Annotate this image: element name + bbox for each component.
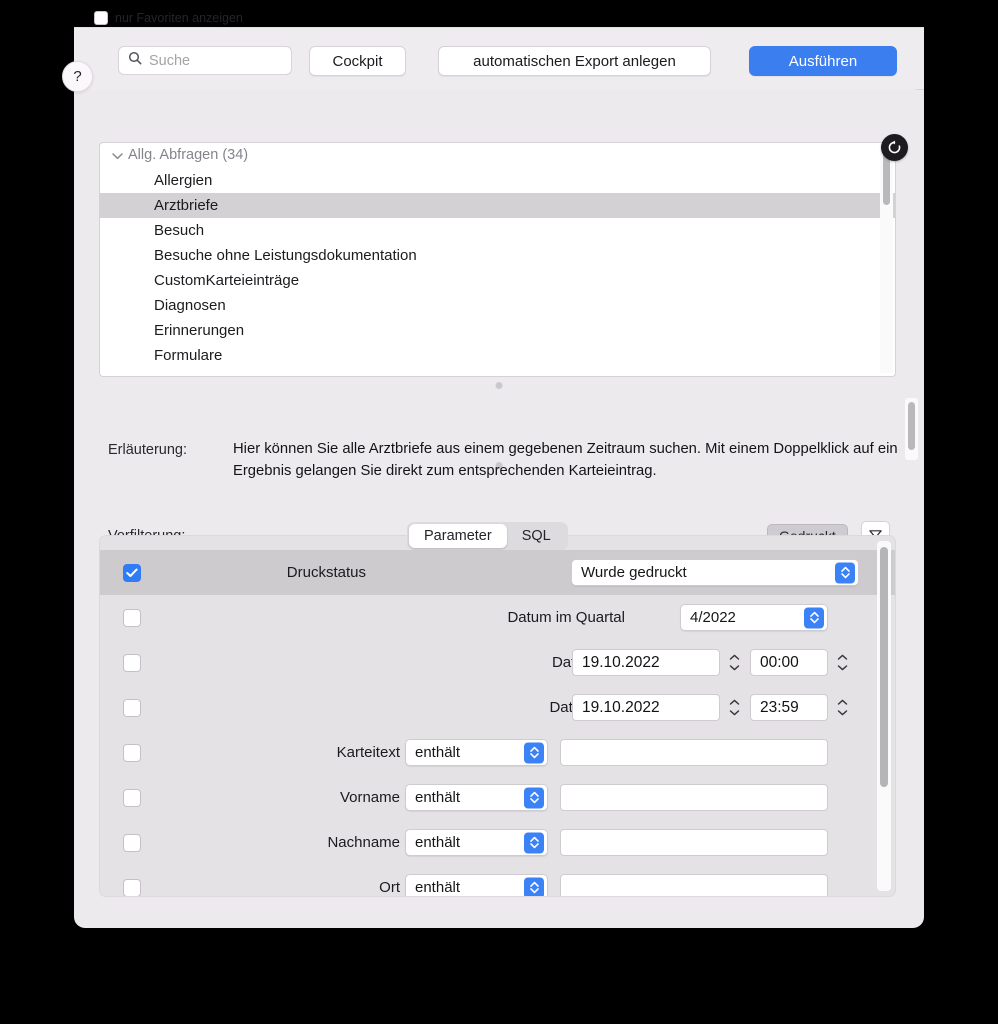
list-item[interactable]: Allergien [100,168,895,193]
zeit-bis-stepper[interactable] [834,694,850,721]
query-group-header[interactable]: Allg. Abfragen (34) [100,143,895,168]
karteitext-input[interactable] [560,739,828,766]
run-button[interactable]: Ausführen [749,46,897,76]
list-item[interactable]: Erinnerungen [100,318,895,343]
nachname-input[interactable] [560,829,828,856]
parameter-checkbox[interactable] [123,743,141,762]
explanation-label: Erläuterung: [108,442,187,458]
list-item[interactable]: Besuch [100,218,895,243]
parameter-row[interactable]: Datum im Quartal 4/2022 [100,595,895,640]
parameter-label: Nachname [327,834,400,851]
statistics-window: Statistiken Allg. Abfragen (34) Allergie… [62,11,924,928]
parameter-checkbox[interactable] [123,698,141,717]
zeit-ab-field[interactable]: 00:00 [750,649,828,676]
vorname-input[interactable] [560,784,828,811]
parameter-row[interactable]: Nachname enthält [100,820,895,865]
parameter-checkbox[interactable] [123,608,141,627]
chevron-updown-icon[interactable] [804,607,824,628]
search-placeholder: Suche [149,52,191,69]
parameter-scrollbar[interactable] [877,541,891,891]
help-button[interactable]: ? [62,61,93,92]
parameter-label: Druckstatus [286,564,366,581]
chevron-updown-icon[interactable] [835,562,855,583]
favorites-filter[interactable]: nur Favoriten anzeigen [94,11,243,25]
datum-ab-field[interactable]: 19.10.2022 [572,649,720,676]
parameter-row[interactable]: Datum ab 19.10.2022 00:00 [100,640,895,685]
zeit-bis-field[interactable]: 23:59 [750,694,828,721]
favorites-checkbox[interactable] [94,11,108,25]
query-group-label: Allg. Abfragen (34) [128,147,249,163]
scrollbar-thumb[interactable] [880,547,888,787]
datum-bis-field[interactable]: 19.10.2022 [572,694,720,721]
query-list-scrollbar[interactable] [880,146,893,373]
list-item[interactable]: Besuche ohne Leistungsdokumentation [100,243,895,268]
chevron-updown-icon[interactable] [524,787,544,808]
parameter-panel: Druckstatus Wurde gedruckt Datum im Quar… [99,535,896,897]
datum-bis-stepper[interactable] [726,694,742,721]
explanation-scrollbar[interactable] [905,398,918,460]
search-icon [128,51,142,70]
scrollbar-thumb[interactable] [908,402,915,450]
auto-export-button[interactable]: automatischen Export anlegen [438,46,711,76]
vorname-operator-value: enthält [415,789,461,806]
chevron-updown-icon[interactable] [524,877,544,896]
parameter-label: Vorname [339,789,400,806]
chevron-updown-icon[interactable] [524,832,544,853]
parameter-label: Datum im Quartal [507,609,625,626]
chevron-updown-icon[interactable] [524,742,544,763]
favorites-label: nur Favoriten anzeigen [115,11,243,25]
list-item[interactable]: Diagnosen [100,293,895,318]
parameter-list: Druckstatus Wurde gedruckt Datum im Quar… [100,536,895,896]
parameter-checkbox[interactable] [123,878,141,896]
search-input[interactable]: Suche [118,46,292,75]
ort-operator-popup[interactable]: enthält [405,874,548,896]
parameter-checkbox[interactable] [123,563,141,582]
parameter-checkbox[interactable] [123,833,141,852]
list-item[interactable]: Arztbriefe [100,193,895,218]
datum-ab-stepper[interactable] [726,649,742,676]
ort-operator-value: enthält [415,879,461,896]
parameter-label: Ort [379,879,400,896]
explanation-text: Hier können Sie alle Arztbriefe aus eine… [233,438,913,482]
chevron-down-icon[interactable] [110,143,124,168]
ort-input[interactable] [560,874,828,896]
splitter-handle-top[interactable] [495,382,503,389]
druckstatus-popup[interactable]: Wurde gedruckt [571,559,859,586]
quartal-value: 4/2022 [690,609,736,626]
refresh-icon[interactable] [881,134,908,161]
karteitext-operator-value: enthält [415,744,461,761]
tab-parameter[interactable]: Parameter [409,524,507,548]
parameter-checkbox[interactable] [123,788,141,807]
nachname-operator-popup[interactable]: enthält [405,829,548,856]
parameter-row[interactable]: Druckstatus Wurde gedruckt [100,550,895,595]
tab-bar: Parameter SQL [407,522,568,550]
query-list[interactable]: Allg. Abfragen (34) Allergien Arztbriefe… [99,142,896,377]
karteitext-operator-popup[interactable]: enthält [405,739,548,766]
cockpit-button[interactable]: Cockpit [309,46,406,76]
parameter-row[interactable]: Ort enthält [100,865,895,896]
list-item[interactable]: Formulare [100,343,895,368]
explanation-line-2: Ergebnis gelangen Sie direkt zum entspre… [233,463,657,479]
bottom-toolbar: nur Favoriten anzeigen Suche Cockpit aut… [62,11,924,92]
vorname-operator-popup[interactable]: enthält [405,784,548,811]
zeit-ab-stepper[interactable] [834,649,850,676]
parameter-label: Karteitext [336,744,400,761]
parameter-row[interactable]: Karteitext enthält [100,730,895,775]
explanation-line-1: Hier können Sie alle Arztbriefe aus eine… [233,441,898,457]
quartal-popup[interactable]: 4/2022 [680,604,828,631]
list-item[interactable]: CustomKarteieinträge [100,268,895,293]
parameter-row[interactable]: Datum bis 19.10.2022 23:59 [100,685,895,730]
tab-sql[interactable]: SQL [507,524,566,548]
parameter-row[interactable]: Vorname enthält [100,775,895,820]
druckstatus-value: Wurde gedruckt [581,564,687,581]
parameter-checkbox[interactable] [123,653,141,672]
nachname-operator-value: enthält [415,834,461,851]
